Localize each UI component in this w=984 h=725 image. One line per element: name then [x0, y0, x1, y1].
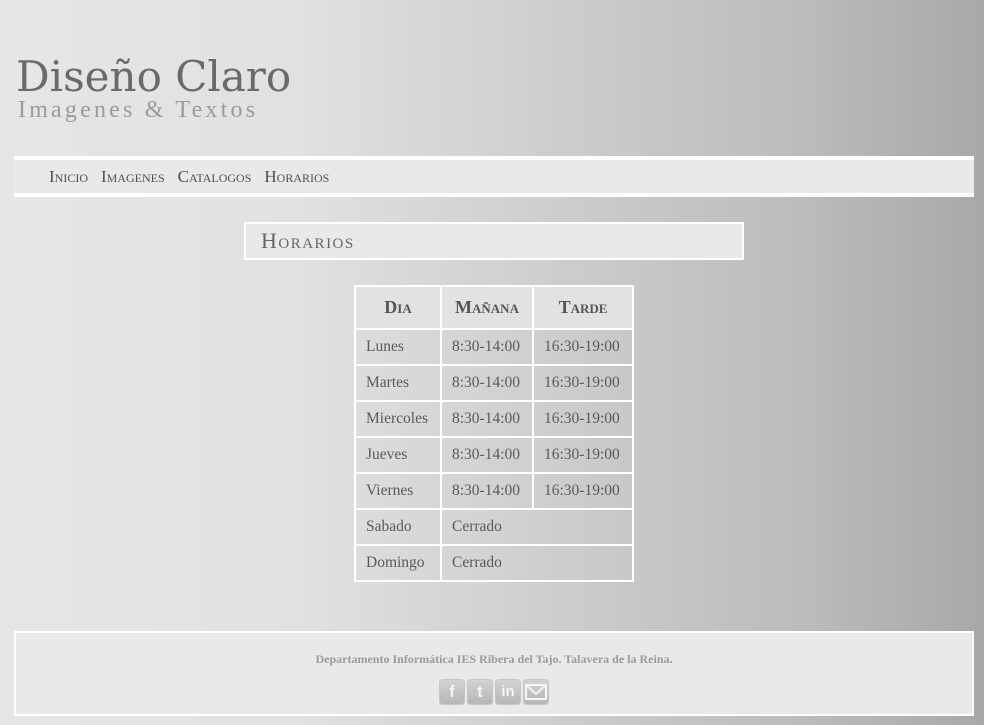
footer-text: Departamento Informática IES Ribera del …	[315, 652, 673, 666]
cell-morning: 8:30-14:00	[440, 436, 534, 474]
table-row: Martes 8:30-14:00 16:30-19:00	[354, 364, 634, 402]
nav-item-inicio[interactable]: Inicio	[49, 167, 88, 187]
nav-item-imagenes[interactable]: Imagenes	[101, 167, 165, 187]
nav-item-horarios[interactable]: Horarios	[264, 167, 329, 187]
cell-day: Viernes	[354, 472, 442, 510]
table-row: Viernes 8:30-14:00 16:30-19:00	[354, 472, 634, 510]
cell-morning: 8:30-14:00	[440, 400, 534, 438]
cell-morning: 8:30-14:00	[440, 472, 534, 510]
cell-afternoon: 16:30-19:00	[532, 472, 634, 510]
main-nav: Inicio Imagenes Catalogos Horarios	[14, 156, 974, 197]
table-row: Jueves 8:30-14:00 16:30-19:00	[354, 436, 634, 474]
linkedin-icon[interactable]: in	[495, 679, 521, 705]
table-header-row: Dia Mañana Tarde	[354, 285, 634, 330]
site-brand: Diseño Claro Imagenes & Textos	[16, 52, 291, 122]
cell-afternoon: 16:30-19:00	[532, 328, 634, 366]
site-title: Diseño Claro	[16, 52, 292, 101]
site-subtitle: Imagenes & Textos	[18, 97, 259, 123]
table-row: Domingo Cerrado	[354, 544, 634, 582]
cell-closed: Cerrado	[440, 544, 634, 582]
section-header: Horarios	[244, 222, 744, 260]
table-row: Sabado Cerrado	[354, 508, 634, 546]
nav-list: Inicio Imagenes Catalogos Horarios	[14, 160, 974, 193]
social-links: f t in	[16, 679, 972, 705]
facebook-icon[interactable]: f	[439, 679, 465, 705]
cell-closed: Cerrado	[440, 508, 634, 546]
cell-day: Miercoles	[354, 400, 442, 438]
cell-afternoon: 16:30-19:00	[532, 364, 634, 402]
section-title: Horarios	[261, 228, 355, 253]
cell-day: Lunes	[354, 328, 442, 366]
cell-day: Jueves	[354, 436, 442, 474]
nav-item-catalogos[interactable]: Catalogos	[178, 167, 252, 187]
twitter-icon[interactable]: t	[467, 679, 493, 705]
cell-morning: 8:30-14:00	[440, 364, 534, 402]
email-icon[interactable]	[523, 679, 549, 705]
cell-day: Martes	[354, 364, 442, 402]
table-row: Miercoles 8:30-14:00 16:30-19:00	[354, 400, 634, 438]
cell-afternoon: 16:30-19:00	[532, 400, 634, 438]
cell-morning: 8:30-14:00	[440, 328, 534, 366]
table-row: Lunes 8:30-14:00 16:30-19:00	[354, 328, 634, 366]
cell-day: Sabado	[354, 508, 442, 546]
cell-day: Domingo	[354, 544, 442, 582]
header-day: Dia	[354, 285, 442, 330]
header-morning: Mañana	[440, 285, 534, 330]
schedule-table: Dia Mañana Tarde Lunes 8:30-14:00 16:30-…	[354, 285, 634, 582]
header-afternoon: Tarde	[532, 285, 634, 330]
site-footer: Departamento Informática IES Ribera del …	[14, 631, 974, 716]
cell-afternoon: 16:30-19:00	[532, 436, 634, 474]
